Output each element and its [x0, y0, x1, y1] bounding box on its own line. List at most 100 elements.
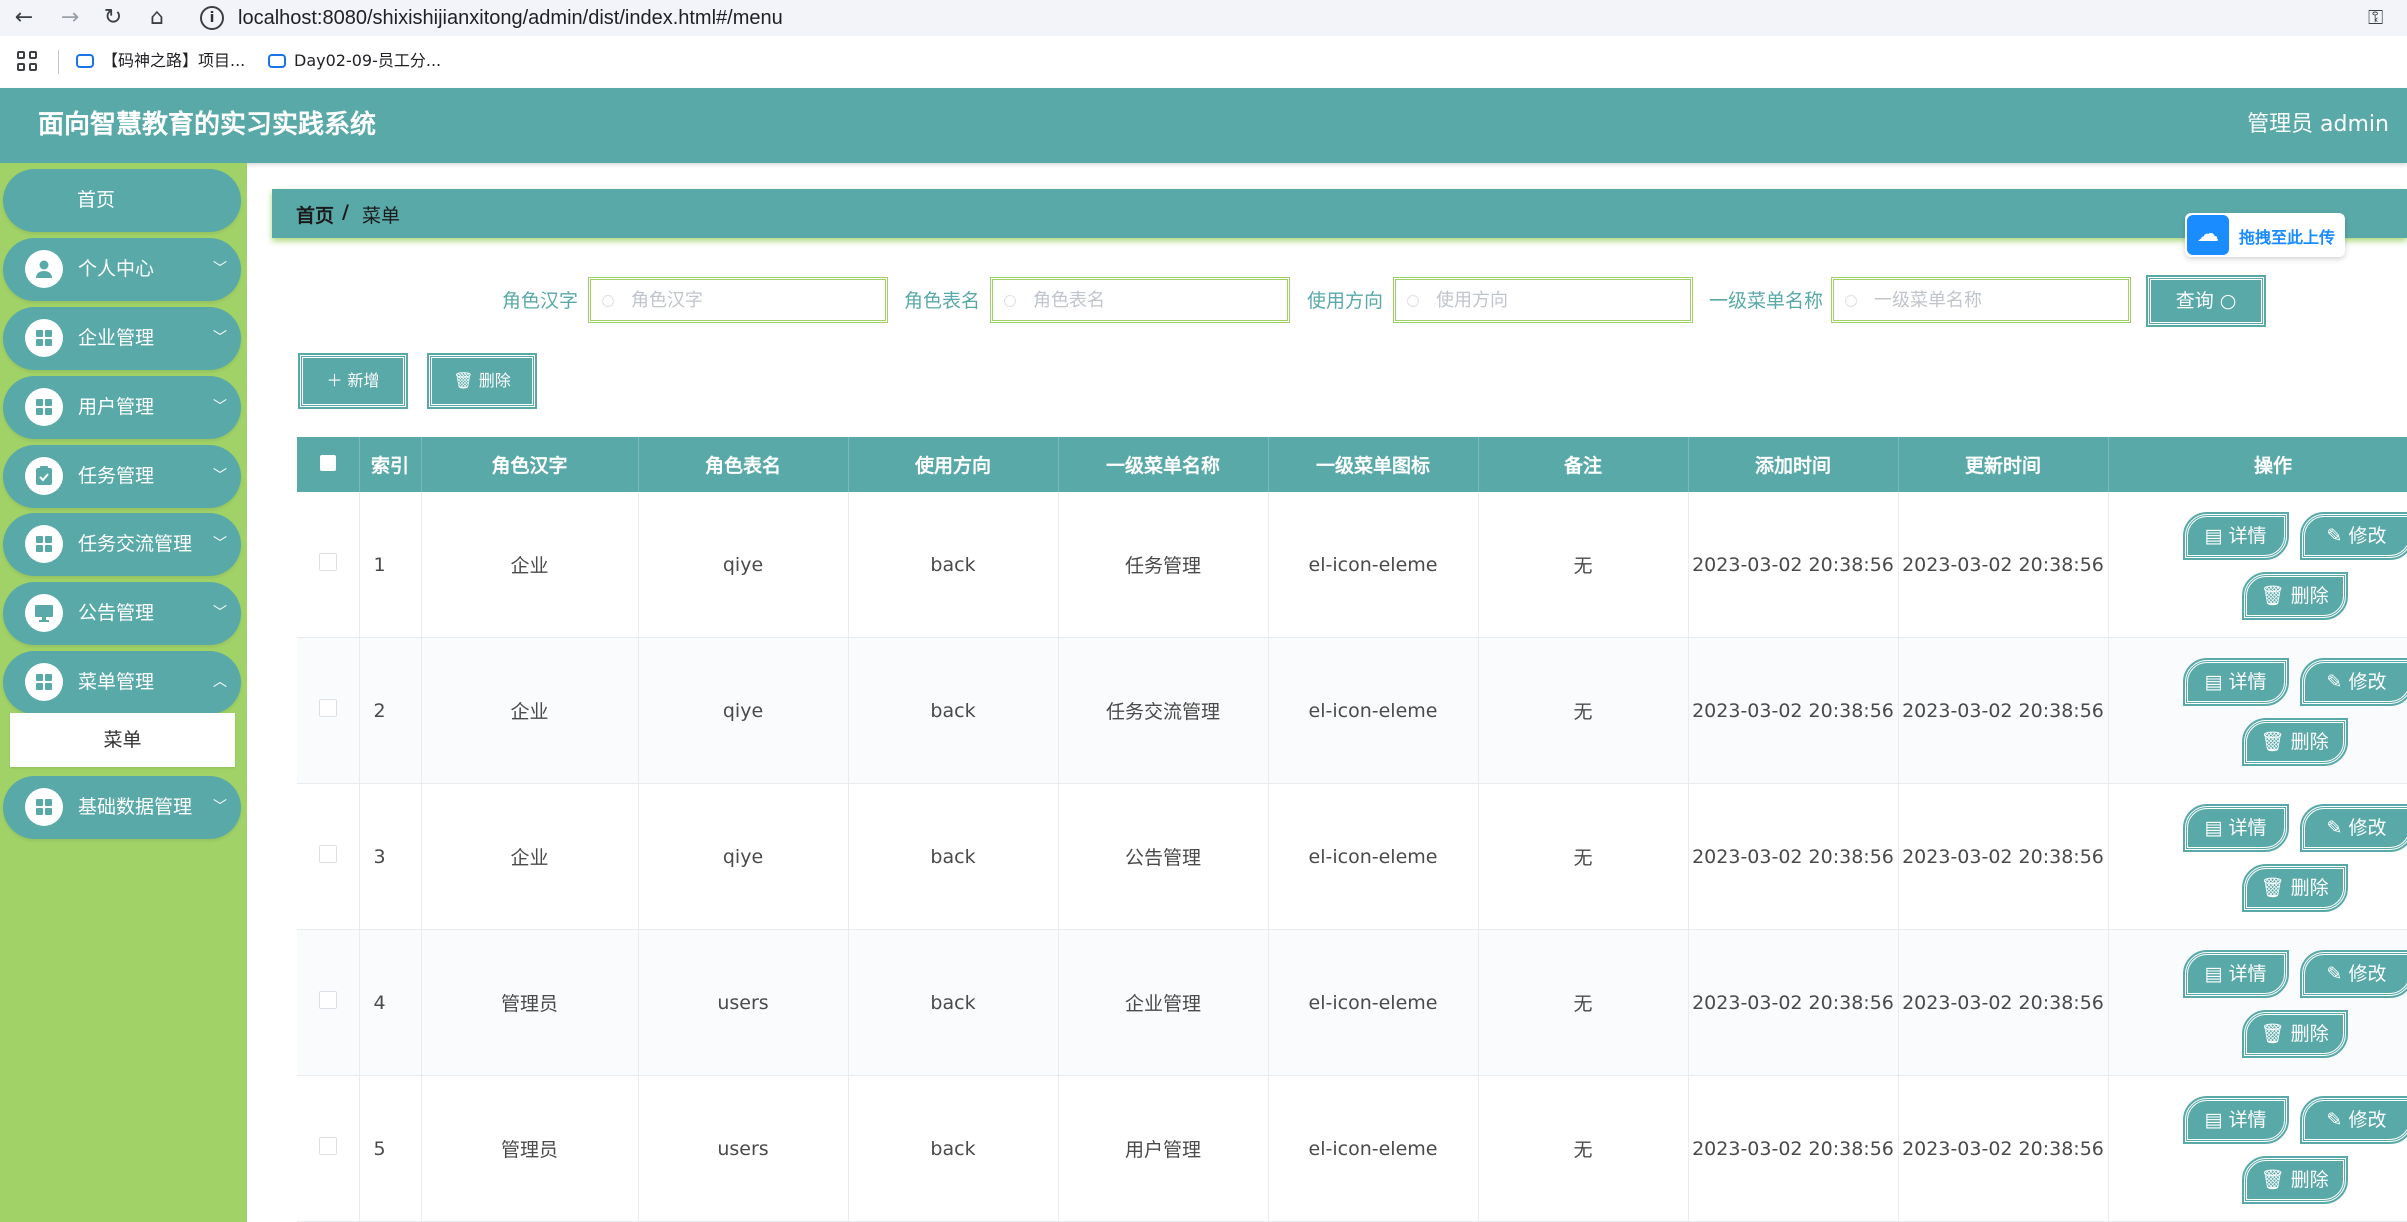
sidebar-subitem-menu[interactable]: 菜单: [10, 713, 235, 767]
bookmark-separator: [58, 50, 59, 74]
sidebar-item-label: 基础数据管理: [78, 796, 193, 818]
sidebar-item-task-exchange[interactable]: 任务交流管理 ﹀: [3, 513, 241, 576]
breadcrumb-home[interactable]: 首页: [296, 201, 334, 228]
sidebar-item-menu-management[interactable]: 菜单管理 ︿: [3, 651, 241, 714]
app-header: 面向智慧教育的实习实践系统 管理员 admin: [0, 88, 2407, 163]
cell-created: 2023-03-02 20:38:56: [1688, 1075, 1899, 1222]
cell-table: qiye: [638, 783, 849, 930]
cell-icon: el-icon-eleme: [1268, 929, 1479, 1076]
input-prefix-icon: [1004, 295, 1016, 307]
detail-button[interactable]: ▤ 详情: [2182, 658, 2289, 706]
row-delete-button[interactable]: 🗑 删除: [2241, 1010, 2348, 1058]
cell-direction: back: [848, 1075, 1059, 1222]
column-header: 角色表名: [638, 437, 849, 492]
cell-menu: 企业管理: [1058, 929, 1269, 1076]
row-checkbox[interactable]: [297, 1075, 360, 1222]
sidebar-item-label: 用户管理: [78, 396, 155, 418]
edit-button[interactable]: ✎ 修改: [2299, 658, 2407, 706]
breadcrumb: 首页 / 菜单: [272, 189, 2407, 238]
edit-button[interactable]: ✎ 修改: [2299, 804, 2407, 852]
column-header: 添加时间: [1688, 437, 1899, 492]
sidebar-item-label: 菜单管理: [78, 671, 155, 693]
cell-created: 2023-03-02 20:38:56: [1688, 929, 1899, 1076]
cell-table: users: [638, 1075, 849, 1222]
sidebar-item-announcements[interactable]: 公告管理 ﹀: [3, 582, 241, 645]
sidebar: 首页 个人中心 ﹀ 企业管理 ﹀ 用户管理 ﹀ 任务管理 ﹀ 任务交流管理 ﹀ …: [0, 163, 247, 1222]
add-button[interactable]: ＋ 新增: [298, 353, 408, 409]
cell-direction: back: [848, 637, 1059, 784]
search-input-direction[interactable]: [1393, 277, 1693, 323]
detail-button[interactable]: ▤ 详情: [2182, 512, 2289, 560]
cell-remark: 无: [1478, 637, 1689, 784]
bookmark-item[interactable]: 【码神之路】项目...: [76, 48, 245, 74]
search-input-role-name[interactable]: [588, 277, 888, 323]
search-label-role-name: 角色汉字: [502, 290, 579, 312]
cell-role: 管理员: [421, 1075, 639, 1222]
sidebar-item-home[interactable]: 首页: [3, 169, 241, 232]
row-delete-button[interactable]: 🗑 删除: [2241, 864, 2348, 912]
search-label-menu-name: 一级菜单名称: [1709, 290, 1824, 312]
data-table: 索引 角色汉字 角色表名 使用方向 一级菜单名称 一级菜单图标 备注 添加时间 …: [297, 437, 2407, 1222]
chevron-down-icon: ﹀: [213, 399, 227, 415]
detail-button[interactable]: ▤ 详情: [2182, 804, 2289, 852]
bilibili-icon: [76, 54, 94, 68]
detail-button[interactable]: ▤ 详情: [2182, 1096, 2289, 1144]
cell-updated: 2023-03-02 20:38:56: [1898, 783, 2109, 930]
user-label[interactable]: 管理员 admin: [2247, 110, 2389, 140]
grid-icon: [25, 663, 63, 701]
row-delete-button[interactable]: 🗑 删除: [2241, 718, 2348, 766]
chevron-down-icon: ﹀: [213, 261, 227, 277]
edit-button[interactable]: ✎ 修改: [2299, 950, 2407, 998]
row-delete-button[interactable]: 🗑 删除: [2241, 572, 2348, 620]
forward-icon[interactable]: →: [55, 3, 85, 33]
delete-button[interactable]: 🗑 删除: [427, 353, 537, 409]
cloud-upload-icon: ☁: [2187, 215, 2229, 255]
breadcrumb-separator: /: [342, 201, 349, 223]
cell-table: qiye: [638, 492, 849, 638]
site-info-icon[interactable]: i: [200, 6, 224, 30]
sidebar-item-users[interactable]: 用户管理 ﹀: [3, 376, 241, 439]
back-icon[interactable]: ←: [9, 3, 39, 33]
search-input-role-table[interactable]: [990, 277, 1290, 323]
bookmark-item[interactable]: Day02-09-员工分...: [268, 48, 441, 74]
row-checkbox[interactable]: [297, 492, 360, 638]
cell-direction: back: [848, 492, 1059, 638]
row-checkbox[interactable]: [297, 929, 360, 1076]
apps-grid-icon[interactable]: [17, 51, 37, 71]
cell-created: 2023-03-02 20:38:56: [1688, 783, 1899, 930]
sidebar-item-label: 首页: [76, 189, 115, 211]
cell-created: 2023-03-02 20:38:56: [1688, 637, 1899, 784]
search-button[interactable]: 查询 ○: [2146, 275, 2266, 327]
edit-button[interactable]: ✎ 修改: [2299, 512, 2407, 560]
address-bar[interactable]: localhost:8080/shixishijianxitong/admin/…: [238, 4, 783, 32]
select-all-checkbox[interactable]: [297, 437, 360, 492]
sidebar-item-personal-center[interactable]: 个人中心 ﹀: [3, 238, 241, 301]
column-header: 角色汉字: [421, 437, 639, 492]
edit-button[interactable]: ✎ 修改: [2299, 1096, 2407, 1144]
cell-role: 企业: [421, 783, 639, 930]
column-header: 一级菜单图标: [1268, 437, 1479, 492]
sidebar-item-enterprise[interactable]: 企业管理 ﹀: [3, 307, 241, 370]
cell-created: 2023-03-02 20:38:56: [1688, 492, 1899, 638]
grid-icon: [25, 388, 63, 426]
reload-icon[interactable]: ↻: [98, 3, 128, 33]
sidebar-item-label: 任务交流管理: [78, 533, 193, 555]
search-input-menu-name[interactable]: [1831, 277, 2131, 323]
sidebar-item-label: 公告管理: [78, 602, 155, 624]
column-header: 备注: [1478, 437, 1689, 492]
sidebar-item-tasks[interactable]: 任务管理 ﹀: [3, 445, 241, 508]
input-prefix-icon: [602, 295, 614, 307]
upload-drop-widget[interactable]: ☁ 拖拽至此上传: [2185, 213, 2345, 257]
table-row: 5 管理员 users back 用户管理 el-icon-eleme 无 20…: [297, 1075, 2407, 1222]
password-key-icon[interactable]: ⚿: [2368, 5, 2383, 29]
bookmark-label: Day02-09-员工分...: [294, 51, 442, 70]
sidebar-item-basic-data[interactable]: 基础数据管理 ﹀: [3, 776, 241, 839]
chevron-up-icon: ︿: [213, 674, 227, 690]
detail-button[interactable]: ▤ 详情: [2182, 950, 2289, 998]
row-delete-button[interactable]: 🗑 删除: [2241, 1156, 2348, 1204]
row-checkbox[interactable]: [297, 783, 360, 930]
row-checkbox[interactable]: [297, 637, 360, 784]
home-icon[interactable]: ⌂: [142, 3, 172, 33]
column-header: 操作: [2108, 437, 2407, 492]
grid-icon: [25, 319, 63, 357]
